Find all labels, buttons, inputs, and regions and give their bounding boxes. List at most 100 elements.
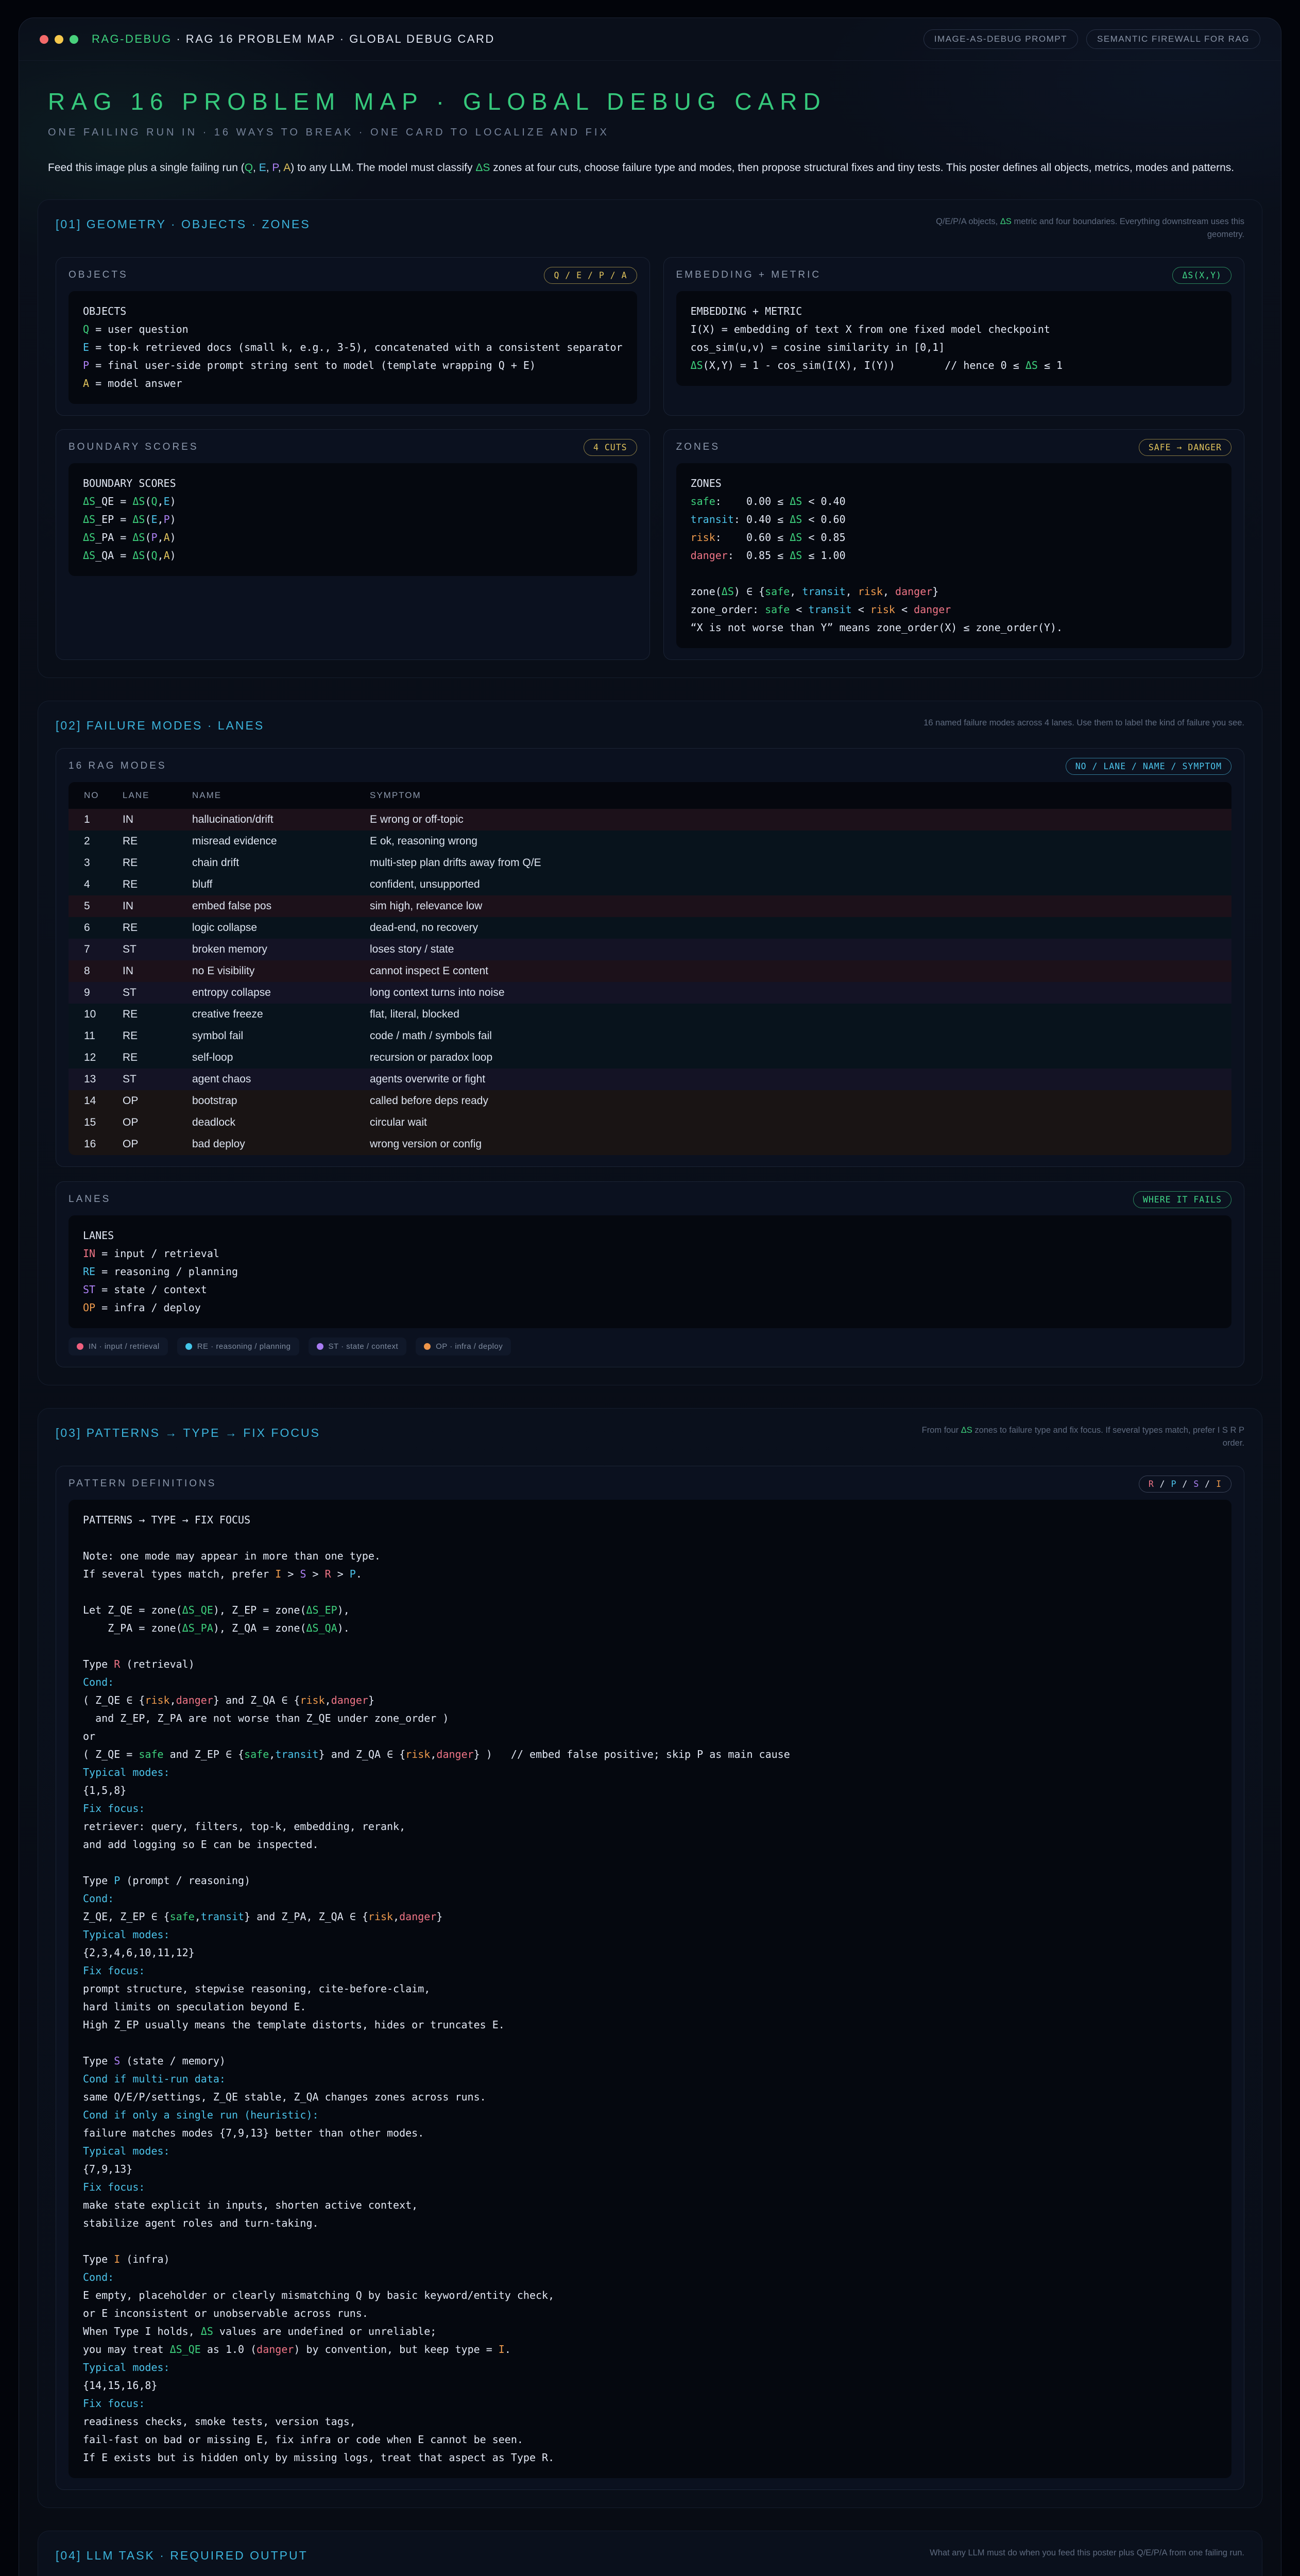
page-subtitle: ONE FAILING RUN IN · 16 WAYS TO BREAK · … <box>48 127 1252 139</box>
text-token: IN <box>83 1247 95 1260</box>
text-token: (state / memory) <box>120 2055 226 2067</box>
code-line <box>83 2034 1217 2052</box>
text-token: ) to any LLM. The model must classify <box>290 162 475 174</box>
modes-table-body: 1INhallucination/driftE wrong or off-top… <box>69 809 1231 1155</box>
text-token: What any LLM must do when you feed this … <box>930 2548 1244 2557</box>
panel-embedding-badge: ΔS(X,Y) <box>1172 267 1231 284</box>
code-line: stabilize agent roles and turn-taking. <box>83 2214 1217 2232</box>
text-token: ΔS <box>201 2325 213 2337</box>
text-token: Let Z_QE = zone( <box>83 1604 182 1616</box>
text-token: } and Z_PA, Z_QA ∈ { <box>244 1910 368 1923</box>
table-cell-symptom: recursion or paradox loop <box>365 1047 1231 1069</box>
hero: RAG 16 PROBLEM MAP · GLOBAL DEBUG CARD O… <box>19 61 1281 199</box>
table-cell-name: self-loop <box>187 1047 365 1069</box>
text-token: = top-k retrieved docs (small k, e.g., 3… <box>89 341 623 353</box>
code-line: safe: 0.00 ≤ ΔS < 0.40 <box>691 493 1217 511</box>
code-line: {1,5,8} <box>83 1782 1217 1800</box>
table-row: 10REcreative freezeflat, literal, blocke… <box>69 1004 1231 1025</box>
text-token: Typical modes: <box>83 2361 170 2374</box>
text-token: = final user-side prompt string sent to … <box>89 359 536 371</box>
code-line: ΔS_QE = ΔS(Q,E) <box>83 493 623 511</box>
text-token: A <box>164 549 170 562</box>
text-token: (infra) <box>120 2253 169 2265</box>
table-cell-no: 3 <box>69 852 117 874</box>
panel-zones-label: ZONES <box>676 442 720 453</box>
text-token: . <box>356 1568 362 1580</box>
text-token: ), Z_QA = zone( <box>213 1622 306 1634</box>
text-token: zones at four cuts, choose failure type … <box>490 162 1234 174</box>
text-token: } <box>436 1910 442 1923</box>
panel-patterns-label: PATTERN DEFINITIONS <box>69 1478 216 1489</box>
text-token: {2,3,4,6,10,11,12} <box>83 1946 195 1959</box>
text-token: Cond: <box>83 2271 114 2283</box>
text-token: safe <box>139 1748 163 1760</box>
text-token: or E inconsistent or unobservable across… <box>83 2307 368 2319</box>
objects-code-block: OBJECTSQ = user questionE = top-k retrie… <box>69 291 637 404</box>
text-token: Type <box>83 2055 114 2067</box>
text-token: ), <box>337 1604 350 1616</box>
text-token: ΔS <box>691 359 703 371</box>
text-token: / <box>1199 1479 1216 1489</box>
code-line <box>83 1583 1217 1601</box>
table-row: 9STentropy collapselong context turns in… <box>69 982 1231 1004</box>
window-minimize-button[interactable] <box>55 35 63 44</box>
code-line: High Z_EP usually means the template dis… <box>83 2016 1217 2034</box>
text-token: ΔS <box>1000 217 1012 226</box>
table-cell-name: chain drift <box>187 852 365 874</box>
window-zoom-button[interactable] <box>70 35 78 44</box>
window-close-button[interactable] <box>40 35 48 44</box>
text-token: } and Z_QA ∈ { <box>319 1748 406 1760</box>
modes-table: NOLANENAMESYMPTOM 1INhallucination/drift… <box>69 782 1231 1155</box>
text-token: ). <box>337 1622 350 1634</box>
text-token: as 1.0 ( <box>201 2343 256 2355</box>
lanes-code-block: LANESIN = input / retrievalRE = reasonin… <box>69 1215 1231 1328</box>
table-row: 2REmisread evidenceE ok, reasoning wrong <box>69 831 1231 852</box>
table-cell-lane: RE <box>117 1025 187 1047</box>
table-cell-name: misread evidence <box>187 831 365 852</box>
code-line: risk: 0.60 ≤ ΔS < 0.85 <box>691 529 1217 547</box>
text-token: ΔS_QA <box>306 1622 337 1634</box>
table-cell-lane: IN <box>117 960 187 982</box>
text-token: Q / E / P / A <box>554 270 627 280</box>
text-token: Feed this image plus a single failing ru… <box>48 162 245 174</box>
lane-legend-label: OP · infra / deploy <box>436 1342 503 1351</box>
text-token: ΔS <box>790 549 802 562</box>
text-token: P <box>350 1568 356 1580</box>
text-token: Type <box>83 1658 114 1670</box>
text-token: ΔS <box>790 513 802 526</box>
text-token: E <box>164 495 170 507</box>
text-token: same Q/E/P/settings, Z_QE stable, Z_QA c… <box>83 2091 486 2103</box>
text-token: < <box>895 603 914 616</box>
table-row: 14OPbootstrapcalled before deps ready <box>69 1090 1231 1112</box>
text-token: ) ∈ { <box>734 585 765 598</box>
text-token: , <box>269 1748 275 1760</box>
embedding-code-block: EMBEDDING + METRICI(X) = embedding of te… <box>676 291 1231 386</box>
table-cell-no: 14 <box>69 1090 117 1112</box>
table-row: 13STagent chaosagents overwrite or fight <box>69 1069 1231 1090</box>
table-cell-name: no E visibility <box>187 960 365 982</box>
section-geometry: [01] GEOMETRY · OBJECTS · ZONES Q/E/P/A … <box>38 199 1262 678</box>
code-line: EMBEDDING + METRIC <box>691 302 1217 320</box>
text-token: S <box>300 1568 306 1580</box>
code-line: Z_PA = zone(ΔS_PA), Z_QA = zone(ΔS_QA). <box>83 1619 1217 1637</box>
text-token: When Type I holds, <box>83 2325 201 2337</box>
code-line: LANES <box>83 1227 1217 1245</box>
table-cell-no: 7 <box>69 939 117 960</box>
section-04-label: [04] LLM TASK · REQUIRED OUTPUT <box>56 2547 308 2563</box>
code-line: Cond: <box>83 1673 1217 1691</box>
text-token: < 0.40 <box>802 495 845 507</box>
text-token: > <box>306 1568 325 1580</box>
code-line: same Q/E/P/settings, Z_QE stable, Z_QA c… <box>83 2088 1217 2106</box>
table-row: 16OPbad deploywrong version or config <box>69 1133 1231 1155</box>
panel-zones: ZONES SAFE → DANGER ZONESsafe: 0.00 ≤ ΔS… <box>663 429 1244 660</box>
text-token: } <box>368 1694 374 1706</box>
text-token: metric and four boundaries. Everything d… <box>1012 217 1244 240</box>
text-token: ΔS <box>132 513 145 526</box>
code-line <box>83 2232 1217 2250</box>
text-token: ΔS <box>83 513 95 526</box>
text-token: Type <box>83 1874 114 1887</box>
panel-embedding-metric: EMBEDDING + METRIC ΔS(X,Y) EMBEDDING + M… <box>663 257 1244 416</box>
code-line: danger: 0.85 ≤ ΔS ≤ 1.00 <box>691 547 1217 565</box>
text-token: ST <box>83 1283 95 1296</box>
code-line: Cond: <box>83 2268 1217 2286</box>
